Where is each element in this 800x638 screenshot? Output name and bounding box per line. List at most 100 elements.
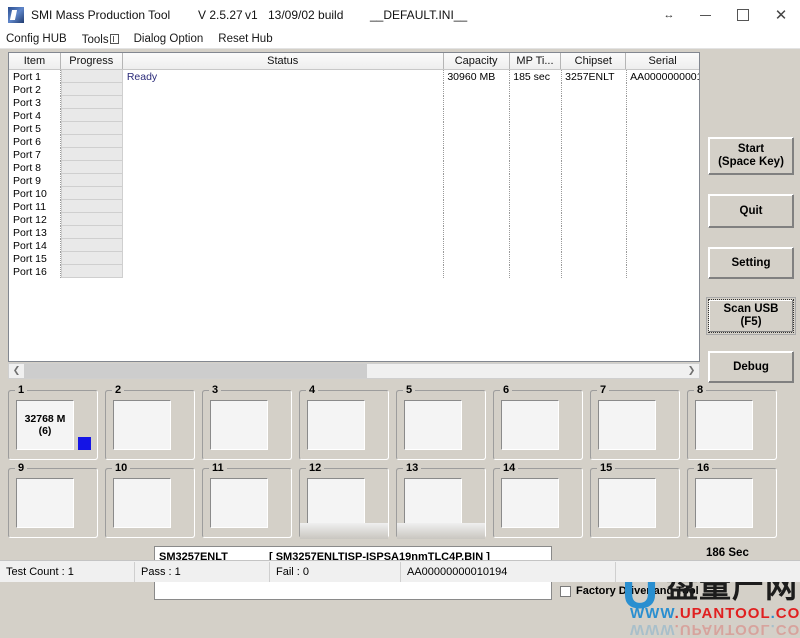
close-icon[interactable]: ✕ — [762, 0, 800, 30]
table-row[interactable]: Port 15 — [9, 252, 699, 265]
port-cell-item: Port 13 — [9, 226, 61, 239]
port-cell-serial — [627, 122, 699, 135]
port-cell-mp-time — [510, 213, 562, 226]
drive-slot-led-indicator — [78, 437, 91, 450]
drive-slot-display — [210, 478, 268, 528]
port-cell-progress — [61, 174, 123, 187]
column-header-progress[interactable]: Progress — [61, 53, 123, 69]
table-row[interactable]: Port 6 — [9, 135, 699, 148]
factory-driver-checkbox-box[interactable] — [560, 586, 571, 597]
start-button[interactable]: Start (Space Key) — [708, 137, 794, 175]
table-row[interactable]: Port 14 — [9, 239, 699, 252]
menu-item-config-hub[interactable]: Config HUB — [6, 33, 75, 45]
scan-usb-button[interactable]: Scan USB (F5) — [708, 299, 794, 333]
menu-item-tools[interactable]: Tools — [82, 33, 127, 46]
drive-slot[interactable]: 132768 M(6) — [8, 384, 98, 462]
resize-arrows-icon[interactable]: ↔ — [652, 0, 686, 30]
table-row[interactable]: Port 13 — [9, 226, 699, 239]
factory-driver-checkbox[interactable]: Factory Driver and Tool — [560, 585, 699, 597]
drive-slot[interactable]: 5 — [396, 384, 486, 462]
drive-slot[interactable]: 13 — [396, 462, 486, 540]
drive-slot[interactable]: 16 — [687, 462, 777, 540]
port-cell-chipset — [562, 239, 627, 252]
main-content: Item Progress Status Capacity MP Ti... C… — [0, 49, 800, 561]
drive-slot[interactable]: 15 — [590, 462, 680, 540]
port-cell-chipset — [562, 161, 627, 174]
debug-button[interactable]: Debug — [708, 351, 794, 383]
status-test-count: Test Count : 1 — [0, 562, 135, 582]
table-row[interactable]: Port 9 — [9, 174, 699, 187]
column-header-capacity[interactable]: Capacity — [444, 53, 510, 69]
status-pass: Pass : 1 — [135, 562, 270, 582]
port-cell-progress — [61, 96, 123, 109]
window-ini-file: __DEFAULT.INI__ — [370, 8, 467, 22]
minimize-icon[interactable] — [686, 0, 724, 30]
column-header-item[interactable]: Item — [9, 53, 61, 69]
table-row[interactable]: Port 4 — [9, 109, 699, 122]
column-header-chipset[interactable]: Chipset — [561, 53, 626, 69]
drive-slot[interactable]: 3 — [202, 384, 292, 462]
drive-slot-number: 7 — [597, 384, 609, 396]
drive-slot[interactable]: 4 — [299, 384, 389, 462]
port-cell-item: Port 1 — [9, 70, 61, 83]
horizontal-scrollbar[interactable]: ❮ ❯ — [8, 363, 700, 379]
port-cell-progress — [61, 187, 123, 200]
drive-slot-number: 9 — [15, 462, 27, 474]
setting-button[interactable]: Setting — [708, 247, 794, 279]
menu-item-dialog-option[interactable]: Dialog Option — [134, 33, 212, 45]
drive-slot[interactable]: 7 — [590, 384, 680, 462]
port-cell-mp-time — [510, 83, 562, 96]
menu-item-reset-hub[interactable]: Reset Hub — [218, 33, 280, 45]
port-cell-item: Port 10 — [9, 187, 61, 200]
drive-slot-display — [501, 478, 559, 528]
drive-slot[interactable]: 14 — [493, 462, 583, 540]
table-row[interactable]: Port 16 — [9, 265, 699, 278]
setting-button-label: Setting — [732, 257, 771, 270]
drive-slot[interactable]: 6 — [493, 384, 583, 462]
maximize-icon[interactable] — [724, 0, 762, 30]
drive-slot-number: 12 — [306, 462, 324, 474]
port-cell-serial — [627, 187, 699, 200]
port-cell-serial — [627, 252, 699, 265]
drive-slot-row: 132768 M(6) 2 345 6 7 8 — [8, 384, 792, 462]
drive-slot-number: 6 — [500, 384, 512, 396]
drive-slot-render-artifact — [397, 523, 485, 539]
table-row[interactable]: Port 2 — [9, 83, 699, 96]
port-cell-item: Port 12 — [9, 213, 61, 226]
watermark-url: WWW.UPANTOOL.COM — [630, 605, 800, 622]
drive-slot[interactable]: 9 — [8, 462, 98, 540]
drive-slot[interactable]: 10 — [105, 462, 195, 540]
drive-slot[interactable]: 12 — [299, 462, 389, 540]
port-cell-status — [123, 96, 445, 109]
table-row[interactable]: Port 1Ready30960 MB185 sec3257ENLTAA0000… — [9, 70, 699, 83]
port-cell-item: Port 8 — [9, 161, 61, 174]
port-list-view[interactable]: Item Progress Status Capacity MP Ti... C… — [8, 52, 700, 362]
drive-slot-number: 2 — [112, 384, 124, 396]
drive-slot[interactable]: 2 — [105, 384, 195, 462]
column-header-serial[interactable]: Serial — [626, 53, 699, 69]
table-row[interactable]: Port 10 — [9, 187, 699, 200]
table-row[interactable]: Port 11 — [9, 200, 699, 213]
port-cell-serial — [627, 96, 699, 109]
port-cell-capacity — [444, 239, 510, 252]
drive-slot[interactable]: 8 — [687, 384, 777, 462]
column-header-status[interactable]: Status — [123, 53, 444, 69]
drive-slot[interactable]: 11 — [202, 462, 292, 540]
title-bar: SMI Mass Production Tool V 2.5.27 v1 13/… — [0, 0, 800, 30]
port-cell-status — [123, 161, 445, 174]
drive-slot-display — [16, 478, 74, 528]
table-row[interactable]: Port 8 — [9, 161, 699, 174]
watermark-url-reflection: WWW.UPANTOOL.COM — [630, 621, 800, 638]
table-row[interactable]: Port 3 — [9, 96, 699, 109]
chevron-right-icon[interactable]: ❯ — [684, 364, 699, 378]
scrollbar-thumb[interactable] — [24, 364, 367, 378]
table-row[interactable]: Port 5 — [9, 122, 699, 135]
drive-slot-capacity: 32768 M — [25, 413, 66, 425]
scrollbar-track[interactable] — [24, 364, 684, 378]
table-row[interactable]: Port 7 — [9, 148, 699, 161]
column-header-mp-time[interactable]: MP Ti... — [510, 53, 562, 69]
table-row[interactable]: Port 12 — [9, 213, 699, 226]
window-build-date: 13/09/02 build — [268, 8, 343, 22]
quit-button[interactable]: Quit — [708, 194, 794, 228]
chevron-left-icon[interactable]: ❮ — [9, 364, 24, 378]
